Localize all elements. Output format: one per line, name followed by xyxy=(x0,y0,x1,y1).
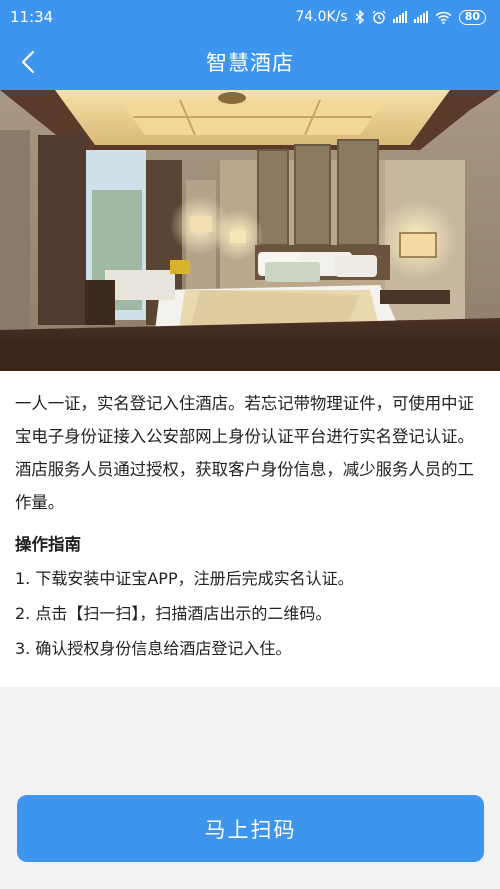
hotel-room-illustration xyxy=(0,90,500,371)
description-text: 一人一证，实名登记入住酒店。若忘记带物理证件，可使用中证宝电子身份证接入公安部网… xyxy=(15,394,474,512)
status-indicators: 74.0K/s 80 xyxy=(295,9,486,25)
content-card: 一人一证，实名登记入住酒店。若忘记带物理证件，可使用中证宝电子身份证接入公安部网… xyxy=(0,371,500,687)
alarm-icon xyxy=(372,10,386,24)
guide-step-3: 3. 确认授权身份信息给酒店登记入住。 xyxy=(15,639,292,658)
guide-title: 操作指南 xyxy=(15,535,81,554)
status-bar: 11:34 74.0K/s 80 xyxy=(0,0,500,34)
status-time: 11:34 xyxy=(10,8,54,26)
back-button[interactable] xyxy=(8,42,48,82)
page-title: 智慧酒店 xyxy=(206,51,294,75)
signal-icon xyxy=(392,11,407,23)
network-speed: 74.0K/s xyxy=(295,9,348,25)
scan-now-button[interactable]: 马上扫码 xyxy=(17,795,484,862)
guide-step-1: 1. 下载安装中证宝APP，注册后完成实名认证。 xyxy=(15,569,354,588)
guide-list: 1. 下载安装中证宝APP，注册后完成实名认证。 2. 点击【扫一扫】，扫描酒店… xyxy=(15,561,486,666)
bluetooth-icon xyxy=(355,10,365,24)
chevron-left-icon xyxy=(21,50,35,74)
nav-bar: 智慧酒店 xyxy=(0,34,500,90)
guide-step-2: 2. 点击【扫一扫】，扫描酒店出示的二维码。 xyxy=(15,604,332,623)
hotel-room-image xyxy=(0,90,500,371)
wifi-icon xyxy=(435,11,452,24)
signal-icon-2 xyxy=(413,11,428,23)
battery-icon: 80 xyxy=(458,9,486,25)
